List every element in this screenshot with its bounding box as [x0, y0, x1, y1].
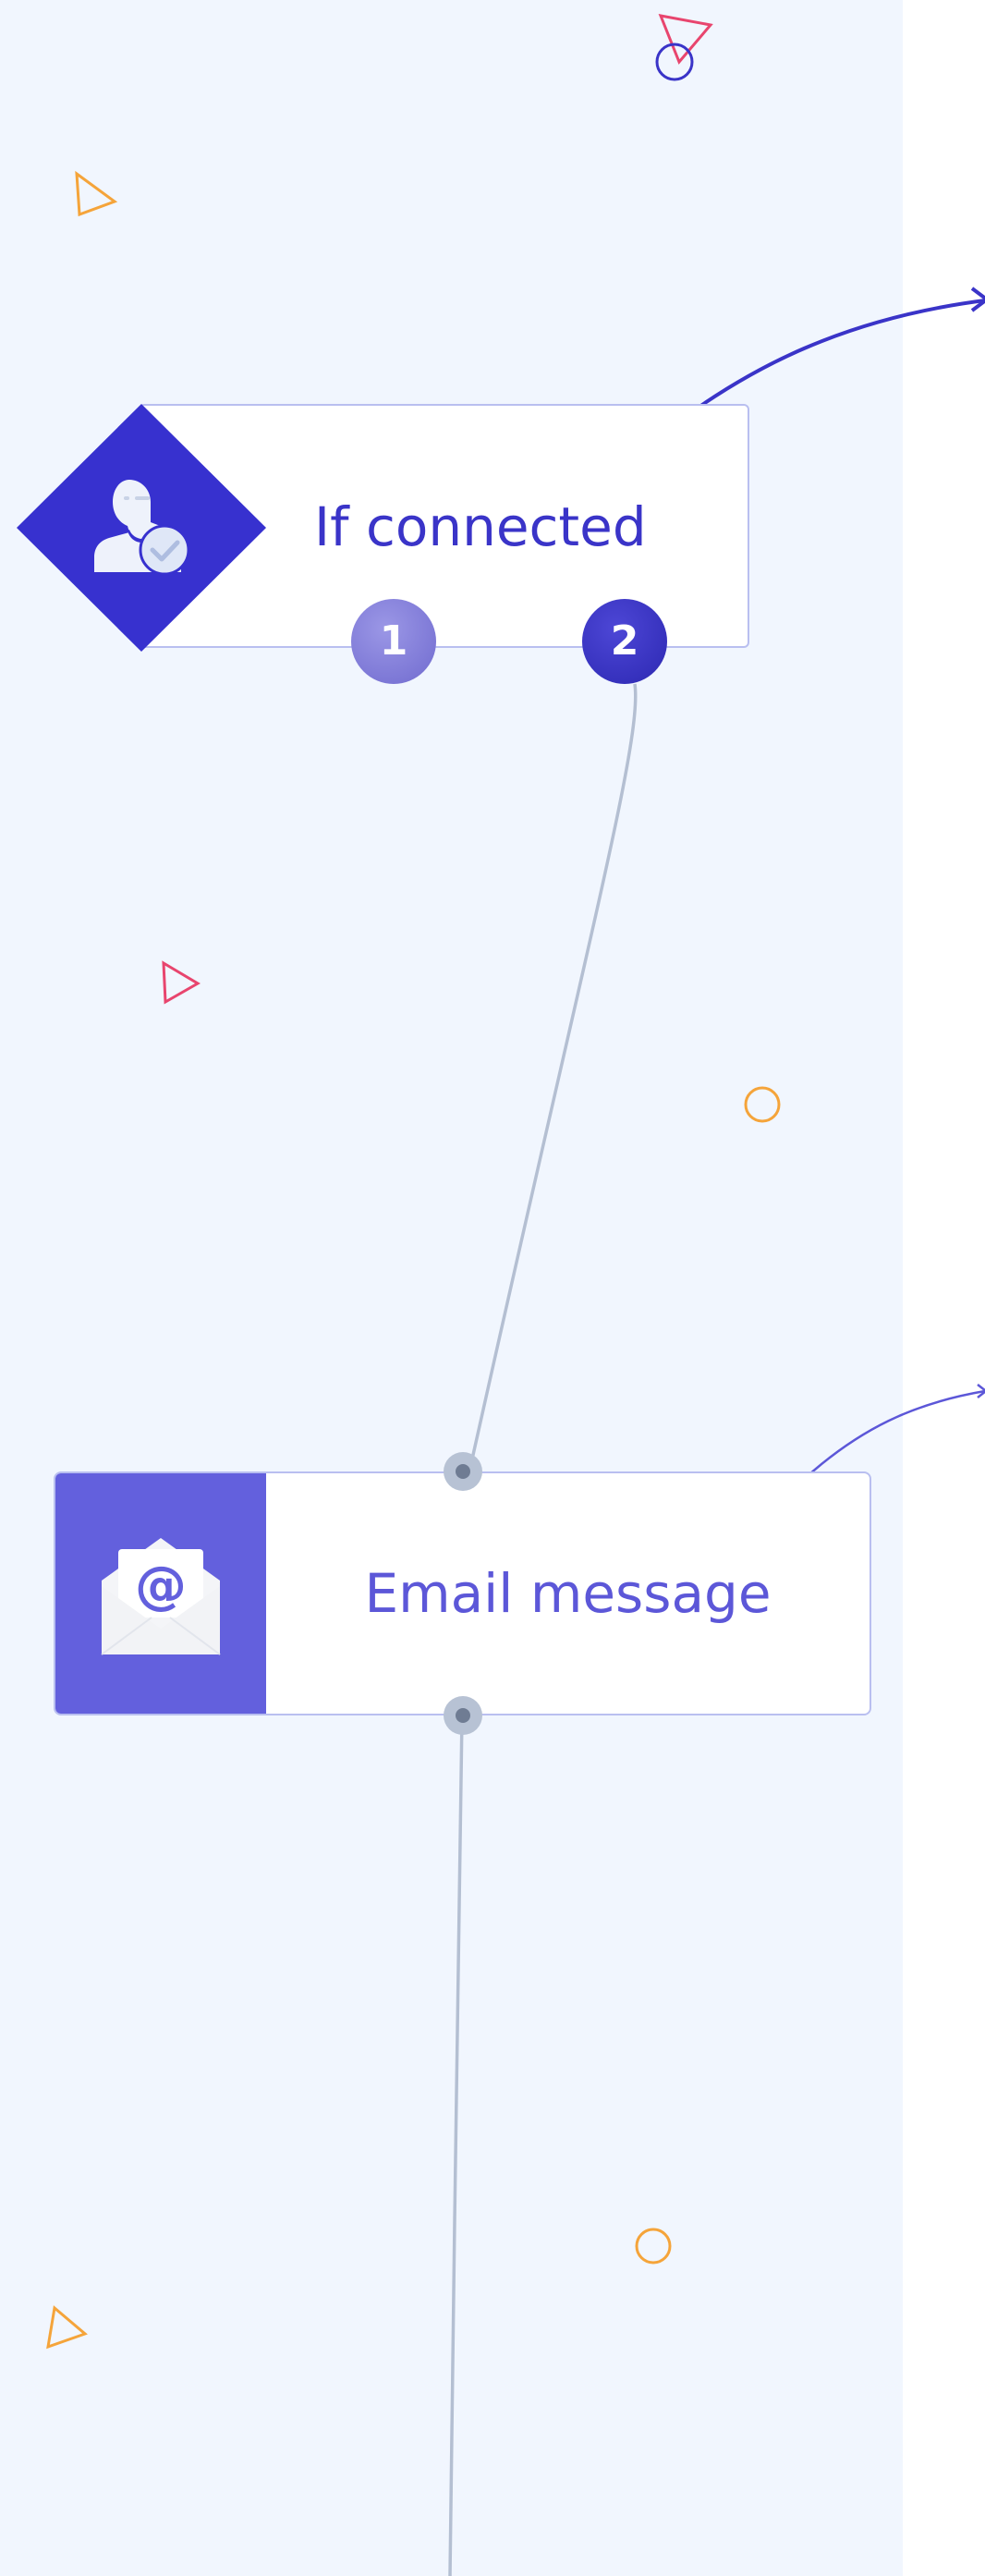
email-output-port[interactable]	[444, 1696, 482, 1735]
connected-user-icon	[17, 404, 266, 652]
condition-diamond[interactable]	[17, 404, 266, 652]
email-envelope-icon: @	[101, 1538, 221, 1655]
email-input-port[interactable]	[444, 1452, 482, 1491]
if-connected-label: If connected	[314, 495, 647, 558]
email-icon-panel: @	[55, 1473, 266, 1714]
email-message-label: Email message	[364, 1562, 772, 1625]
branch-1-handle[interactable]: 1	[351, 599, 436, 684]
email-message-node[interactable]: @ Email message	[54, 1471, 871, 1715]
svg-text:@: @	[135, 1556, 187, 1616]
right-panel	[903, 0, 985, 2576]
branch-2-handle[interactable]: 2	[582, 599, 667, 684]
workflow-canvas[interactable]	[0, 0, 903, 2576]
